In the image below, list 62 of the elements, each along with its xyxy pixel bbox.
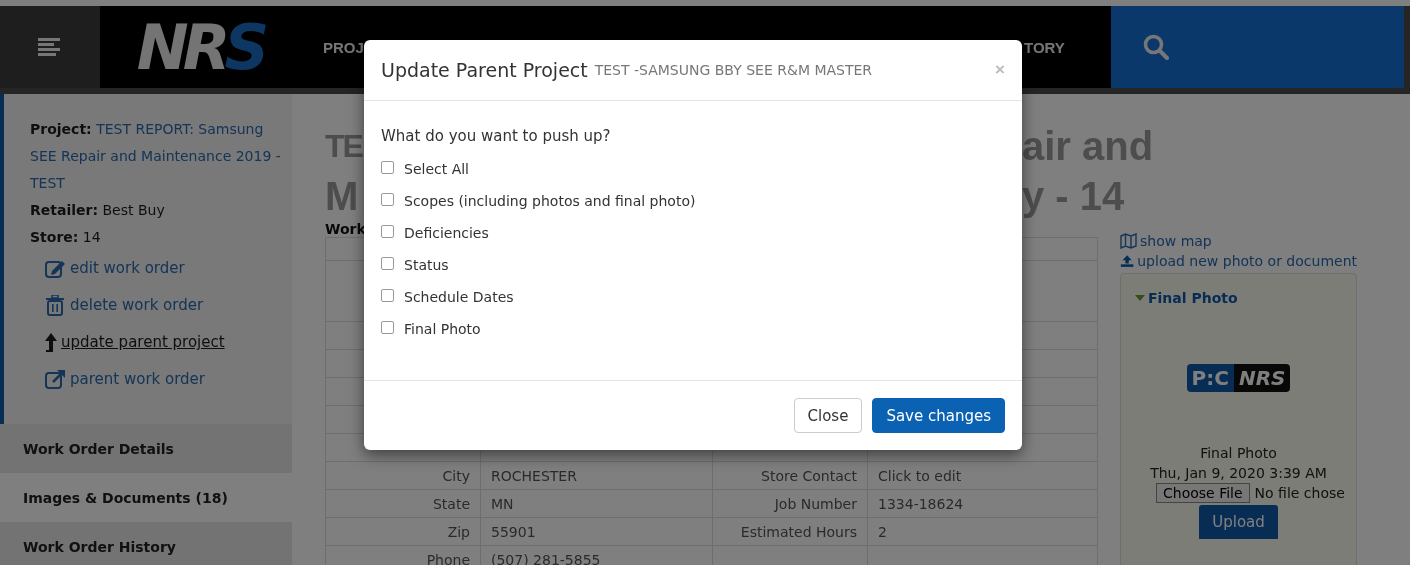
checkbox[interactable]	[381, 320, 394, 334]
file-status: No file chose	[1254, 485, 1345, 501]
caret-icon	[1135, 294, 1145, 302]
checkbox[interactable]	[381, 160, 394, 174]
panel-link[interactable]: upload new photo or document	[1120, 251, 1357, 271]
field-value: 55901	[491, 523, 536, 540]
upload-icon	[1120, 253, 1135, 269]
photo-date: Thu, Jan 9, 2020 3:39 AM	[1149, 464, 1328, 483]
checkbox-label[interactable]: Deficiencies	[404, 225, 489, 241]
search-icon	[1143, 34, 1169, 60]
choose-file-button[interactable]: Choose File	[1156, 483, 1250, 503]
up-arrow-icon	[45, 332, 57, 352]
card-header[interactable]: Final Photo	[1121, 274, 1356, 322]
logo: P:C NRS	[1186, 364, 1291, 392]
nav-link[interactable]: PROJ	[323, 38, 364, 56]
logo[interactable]: NRS	[100, 6, 300, 88]
sidebar-tab[interactable]: Images & Documents (18)	[0, 473, 292, 522]
info-line: Store: 14	[30, 228, 102, 247]
field-label: Estimated Hours	[740, 523, 857, 540]
field-label: Store Contact	[761, 467, 857, 484]
checkbox-label[interactable]: Select All	[404, 161, 469, 177]
info-line: Retailer: Best Buy	[30, 201, 166, 220]
field-label: Job Number	[774, 495, 857, 512]
checkbox[interactable]	[381, 224, 394, 238]
field-value: Click to edit	[878, 467, 962, 484]
field-value: 1334-18624	[878, 495, 964, 512]
field-value: 2	[878, 523, 887, 540]
question-text: What do you want to push up?	[381, 127, 612, 145]
sidebar-link[interactable]: delete work order	[45, 293, 282, 317]
close-button[interactable]: Close	[793, 398, 863, 433]
field-label: City	[442, 467, 470, 484]
dialog-subtitle: TEST -SAMSUNG BBY SEE R&M MASTER	[594, 62, 874, 78]
field-label: Zip	[447, 523, 470, 540]
sidebar-link[interactable]: edit work order	[45, 256, 282, 280]
sidebar-link[interactable]: parent work order	[45, 367, 282, 391]
sidebar-tab[interactable]: Work Order Details	[0, 424, 292, 473]
save-button[interactable]: Save changes	[872, 398, 1005, 433]
checkbox[interactable]	[381, 256, 394, 270]
sidebar-tab[interactable]: Work Order History	[0, 522, 292, 565]
checkbox[interactable]	[381, 288, 394, 302]
upload-button[interactable]: Upload	[1199, 505, 1278, 539]
panel-link[interactable]: show map	[1120, 231, 1357, 251]
menu-button[interactable]	[0, 6, 100, 88]
photo-caption: Final Photo	[1200, 444, 1277, 463]
trash-icon	[45, 294, 66, 316]
checkbox-label[interactable]: Status	[404, 257, 449, 273]
checkbox-label[interactable]: Schedule Dates	[404, 289, 514, 305]
field-value: ROCHESTER	[491, 467, 577, 484]
nav-link[interactable]: TORY	[1024, 38, 1111, 56]
field-label: State	[432, 495, 470, 512]
checkbox-label[interactable]: Final Photo	[404, 321, 481, 337]
field-value: MN	[491, 495, 514, 512]
checkbox-label[interactable]: Scopes (including photos and final photo)	[404, 193, 696, 209]
field-label: Phone	[426, 551, 470, 565]
external-link-icon	[45, 368, 66, 390]
map-icon	[1120, 233, 1137, 249]
info-line: Project: TEST REPORT: Samsung SEE Repair and Maintenance 2019 - TEST	[30, 120, 282, 193]
menu-icon	[38, 37, 62, 57]
sidebar-link[interactable]: update parent project	[45, 330, 282, 354]
section-heading: Work	[325, 221, 366, 237]
checkbox[interactable]	[381, 192, 394, 206]
dialog-title: Update Parent Project	[381, 59, 588, 81]
